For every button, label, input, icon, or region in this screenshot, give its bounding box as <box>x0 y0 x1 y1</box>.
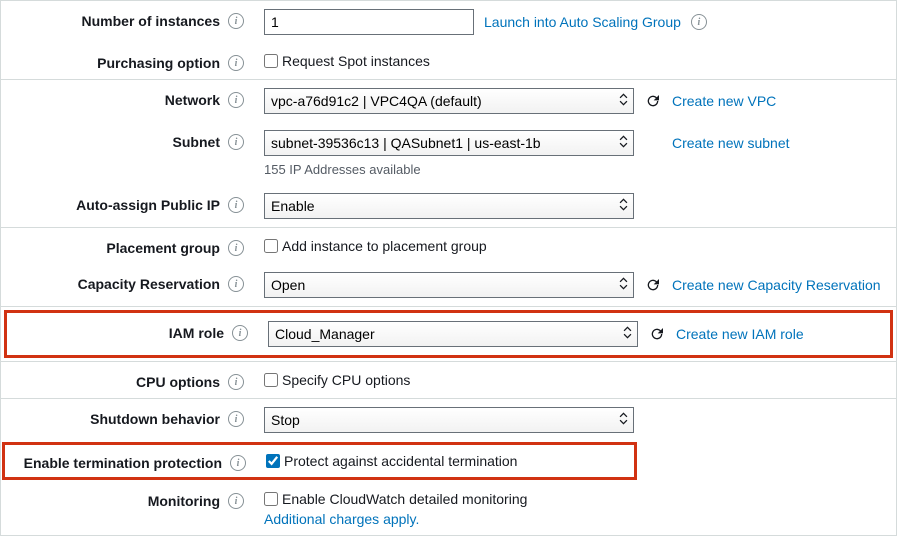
network-select[interactable]: vpc-a76d91c2 | VPC4QA (default) <box>264 88 634 114</box>
termination-label: Enable termination protection <box>24 455 222 471</box>
num-instances-label: Number of instances <box>82 13 220 29</box>
capacity-select-wrap[interactable]: Open <box>264 272 634 298</box>
iam-role-label: IAM role <box>169 325 224 341</box>
subnet-availability-text: 155 IP Addresses available <box>264 160 888 177</box>
monitoring-label: Monitoring <box>148 493 220 509</box>
monitoring-checkbox-label[interactable]: Enable CloudWatch detailed monitoring <box>264 489 888 507</box>
info-icon[interactable]: i <box>232 325 248 341</box>
info-icon[interactable]: i <box>230 455 246 471</box>
info-icon[interactable]: i <box>228 276 244 292</box>
info-icon[interactable]: i <box>228 55 244 71</box>
shutdown-label: Shutdown behavior <box>90 411 220 427</box>
termination-row: Enable termination protection i Protect … <box>3 443 636 479</box>
placement-checkbox[interactable] <box>264 239 278 253</box>
network-select-wrap[interactable]: vpc-a76d91c2 | VPC4QA (default) <box>264 88 634 114</box>
info-icon[interactable]: i <box>228 374 244 390</box>
spot-checkbox[interactable] <box>264 54 278 68</box>
monitoring-charges-link[interactable]: Additional charges apply. <box>264 511 888 527</box>
capacity-select[interactable]: Open <box>264 272 634 298</box>
spot-checkbox-label[interactable]: Request Spot instances <box>264 51 888 69</box>
shutdown-select-wrap[interactable]: Stop <box>264 407 634 433</box>
placement-label: Placement group <box>106 240 220 256</box>
subnet-select[interactable]: subnet-39536c13 | QASubnet1 | us-east-1b <box>264 130 634 156</box>
subnet-select-wrap[interactable]: subnet-39536c13 | QASubnet1 | us-east-1b <box>264 130 634 156</box>
num-instances-input[interactable] <box>264 9 474 35</box>
auto-assign-label: Auto-assign Public IP <box>76 197 220 213</box>
info-icon[interactable]: i <box>228 92 244 108</box>
info-icon[interactable]: i <box>228 13 244 29</box>
info-icon[interactable]: i <box>228 134 244 150</box>
subnet-label: Subnet <box>173 134 220 150</box>
termination-checkbox[interactable] <box>266 454 280 468</box>
network-label: Network <box>165 92 220 108</box>
cpu-checkbox[interactable] <box>264 373 278 387</box>
refresh-icon[interactable] <box>644 92 662 110</box>
create-capacity-link[interactable]: Create new Capacity Reservation <box>672 277 881 293</box>
cpu-options-label: CPU options <box>136 374 220 390</box>
shutdown-select[interactable]: Stop <box>264 407 634 433</box>
create-vpc-link[interactable]: Create new VPC <box>672 93 776 109</box>
iam-role-select-wrap[interactable]: Cloud_Manager <box>268 321 638 347</box>
launch-asg-link[interactable]: Launch into Auto Scaling Group <box>484 14 681 30</box>
auto-assign-select-wrap[interactable]: Enable <box>264 193 634 219</box>
iam-role-select[interactable]: Cloud_Manager <box>268 321 638 347</box>
refresh-icon[interactable] <box>644 276 662 294</box>
info-icon[interactable]: i <box>228 493 244 509</box>
info-icon[interactable]: i <box>691 14 707 30</box>
info-icon[interactable]: i <box>228 197 244 213</box>
capacity-label: Capacity Reservation <box>78 276 220 292</box>
iam-role-row: IAM role i Cloud_Manager <box>5 311 892 357</box>
refresh-icon[interactable] <box>648 325 666 343</box>
auto-assign-select[interactable]: Enable <box>264 193 634 219</box>
placement-checkbox-label[interactable]: Add instance to placement group <box>264 236 888 254</box>
cpu-checkbox-label[interactable]: Specify CPU options <box>264 370 888 388</box>
create-iam-link[interactable]: Create new IAM role <box>676 326 804 342</box>
termination-checkbox-label[interactable]: Protect against accidental termination <box>266 451 628 469</box>
info-icon[interactable]: i <box>228 411 244 427</box>
purchasing-label: Purchasing option <box>97 55 220 71</box>
monitoring-checkbox[interactable] <box>264 492 278 506</box>
create-subnet-link[interactable]: Create new subnet <box>672 135 790 151</box>
info-icon[interactable]: i <box>228 240 244 256</box>
